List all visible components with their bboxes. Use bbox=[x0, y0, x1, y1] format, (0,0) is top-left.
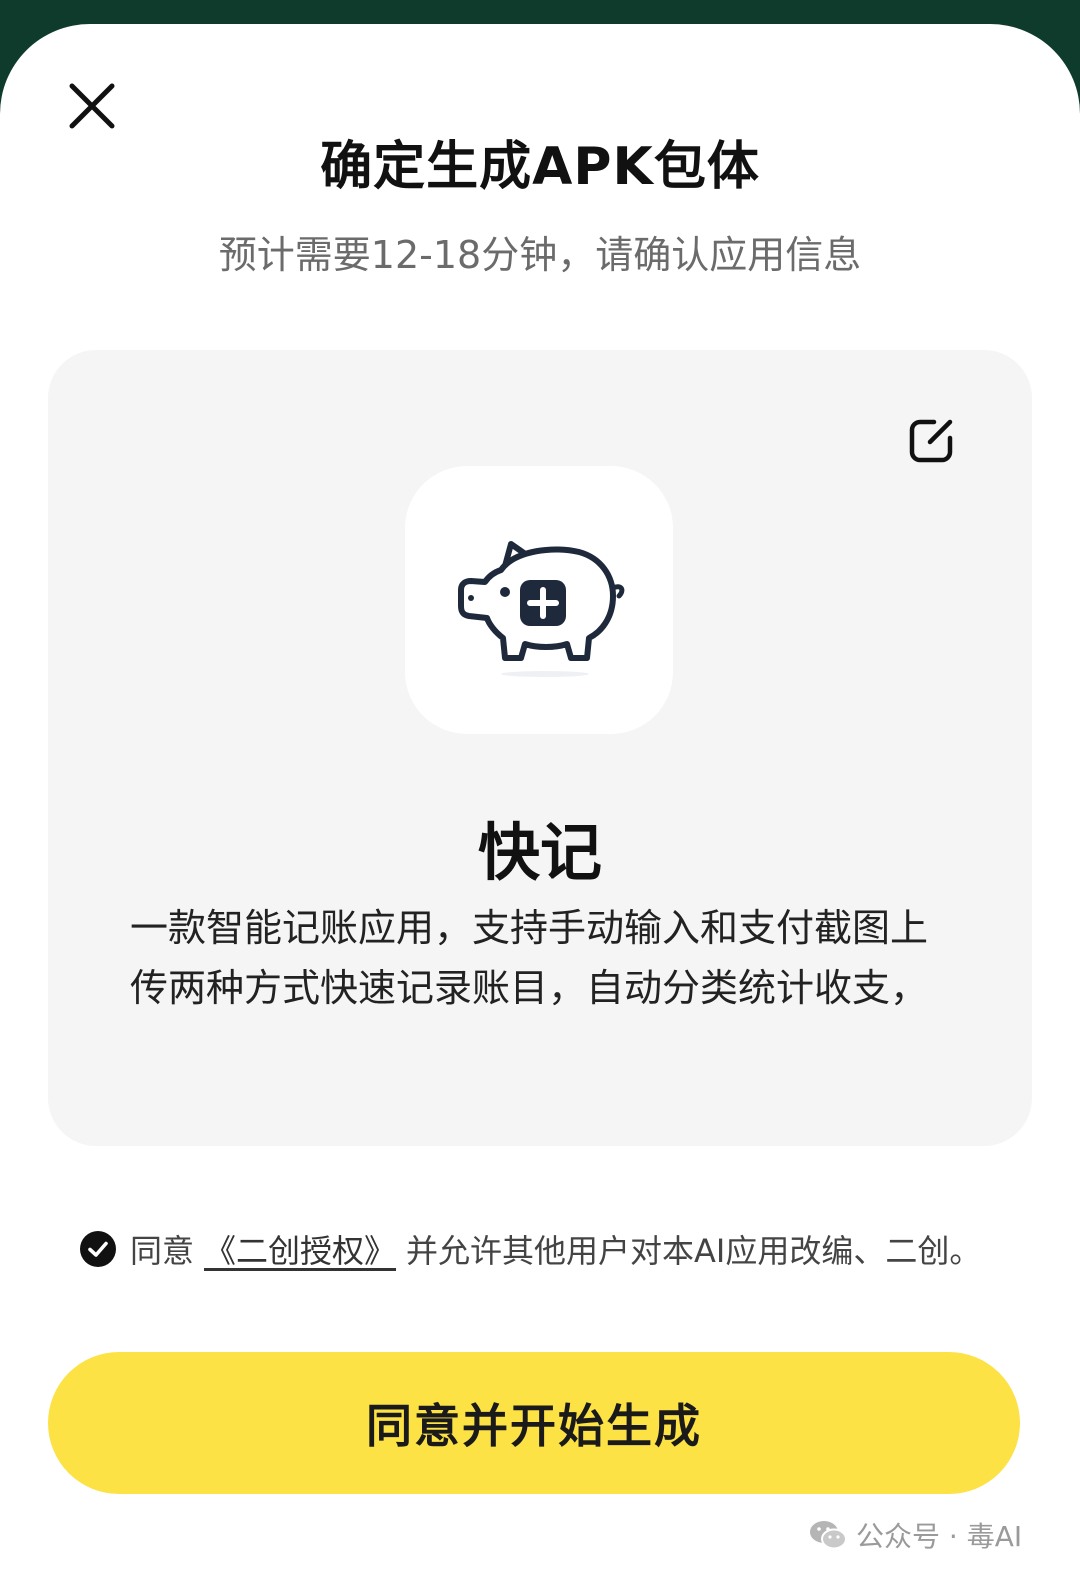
agreement-suffix: 并允许其他用户对本AI应用改编、二创。 bbox=[406, 1232, 982, 1270]
edit-button[interactable] bbox=[906, 414, 958, 466]
watermark-text: 公众号 · 毒AI bbox=[856, 1520, 1023, 1553]
dialog-title: 确定生成APK包体 bbox=[320, 137, 760, 197]
agree-checkbox[interactable] bbox=[80, 1231, 116, 1267]
check-circle-icon bbox=[88, 1241, 108, 1257]
app-info-card: 快记 一款智能记账应用，支持手动输入和支付截图上传两种方式快速记录账目，自动分类… bbox=[48, 350, 1032, 1146]
watermark: 公众号 · 毒AI bbox=[808, 1510, 1022, 1560]
app-name: 快记 bbox=[477, 816, 602, 889]
piggy-bank-plus-icon bbox=[458, 541, 625, 677]
license-link[interactable]: 《二创授权》 bbox=[204, 1226, 396, 1272]
wechat-icon bbox=[810, 1521, 847, 1550]
app-icon[interactable] bbox=[405, 466, 673, 734]
edit-icon bbox=[909, 419, 953, 463]
dialog-sheet: 确定生成APK包体 预计需要12-18分钟，请确认应用信息 快记 一款智能记账应… bbox=[0, 24, 1080, 1589]
dialog-subtitle: 预计需要12-18分钟，请确认应用信息 bbox=[218, 233, 862, 277]
agreement-prefix: 同意 bbox=[130, 1232, 195, 1270]
app-description: 一款智能记账应用，支持手动输入和支付截图上传两种方式快速记录账目，自动分类统计收… bbox=[130, 906, 929, 1010]
agree-and-generate-button[interactable]: 同意并开始生成 bbox=[48, 1352, 1020, 1494]
agreement-row: 同意 《二创授权》 并允许其他用户对本AI应用改编、二创。 bbox=[80, 1224, 1040, 1274]
